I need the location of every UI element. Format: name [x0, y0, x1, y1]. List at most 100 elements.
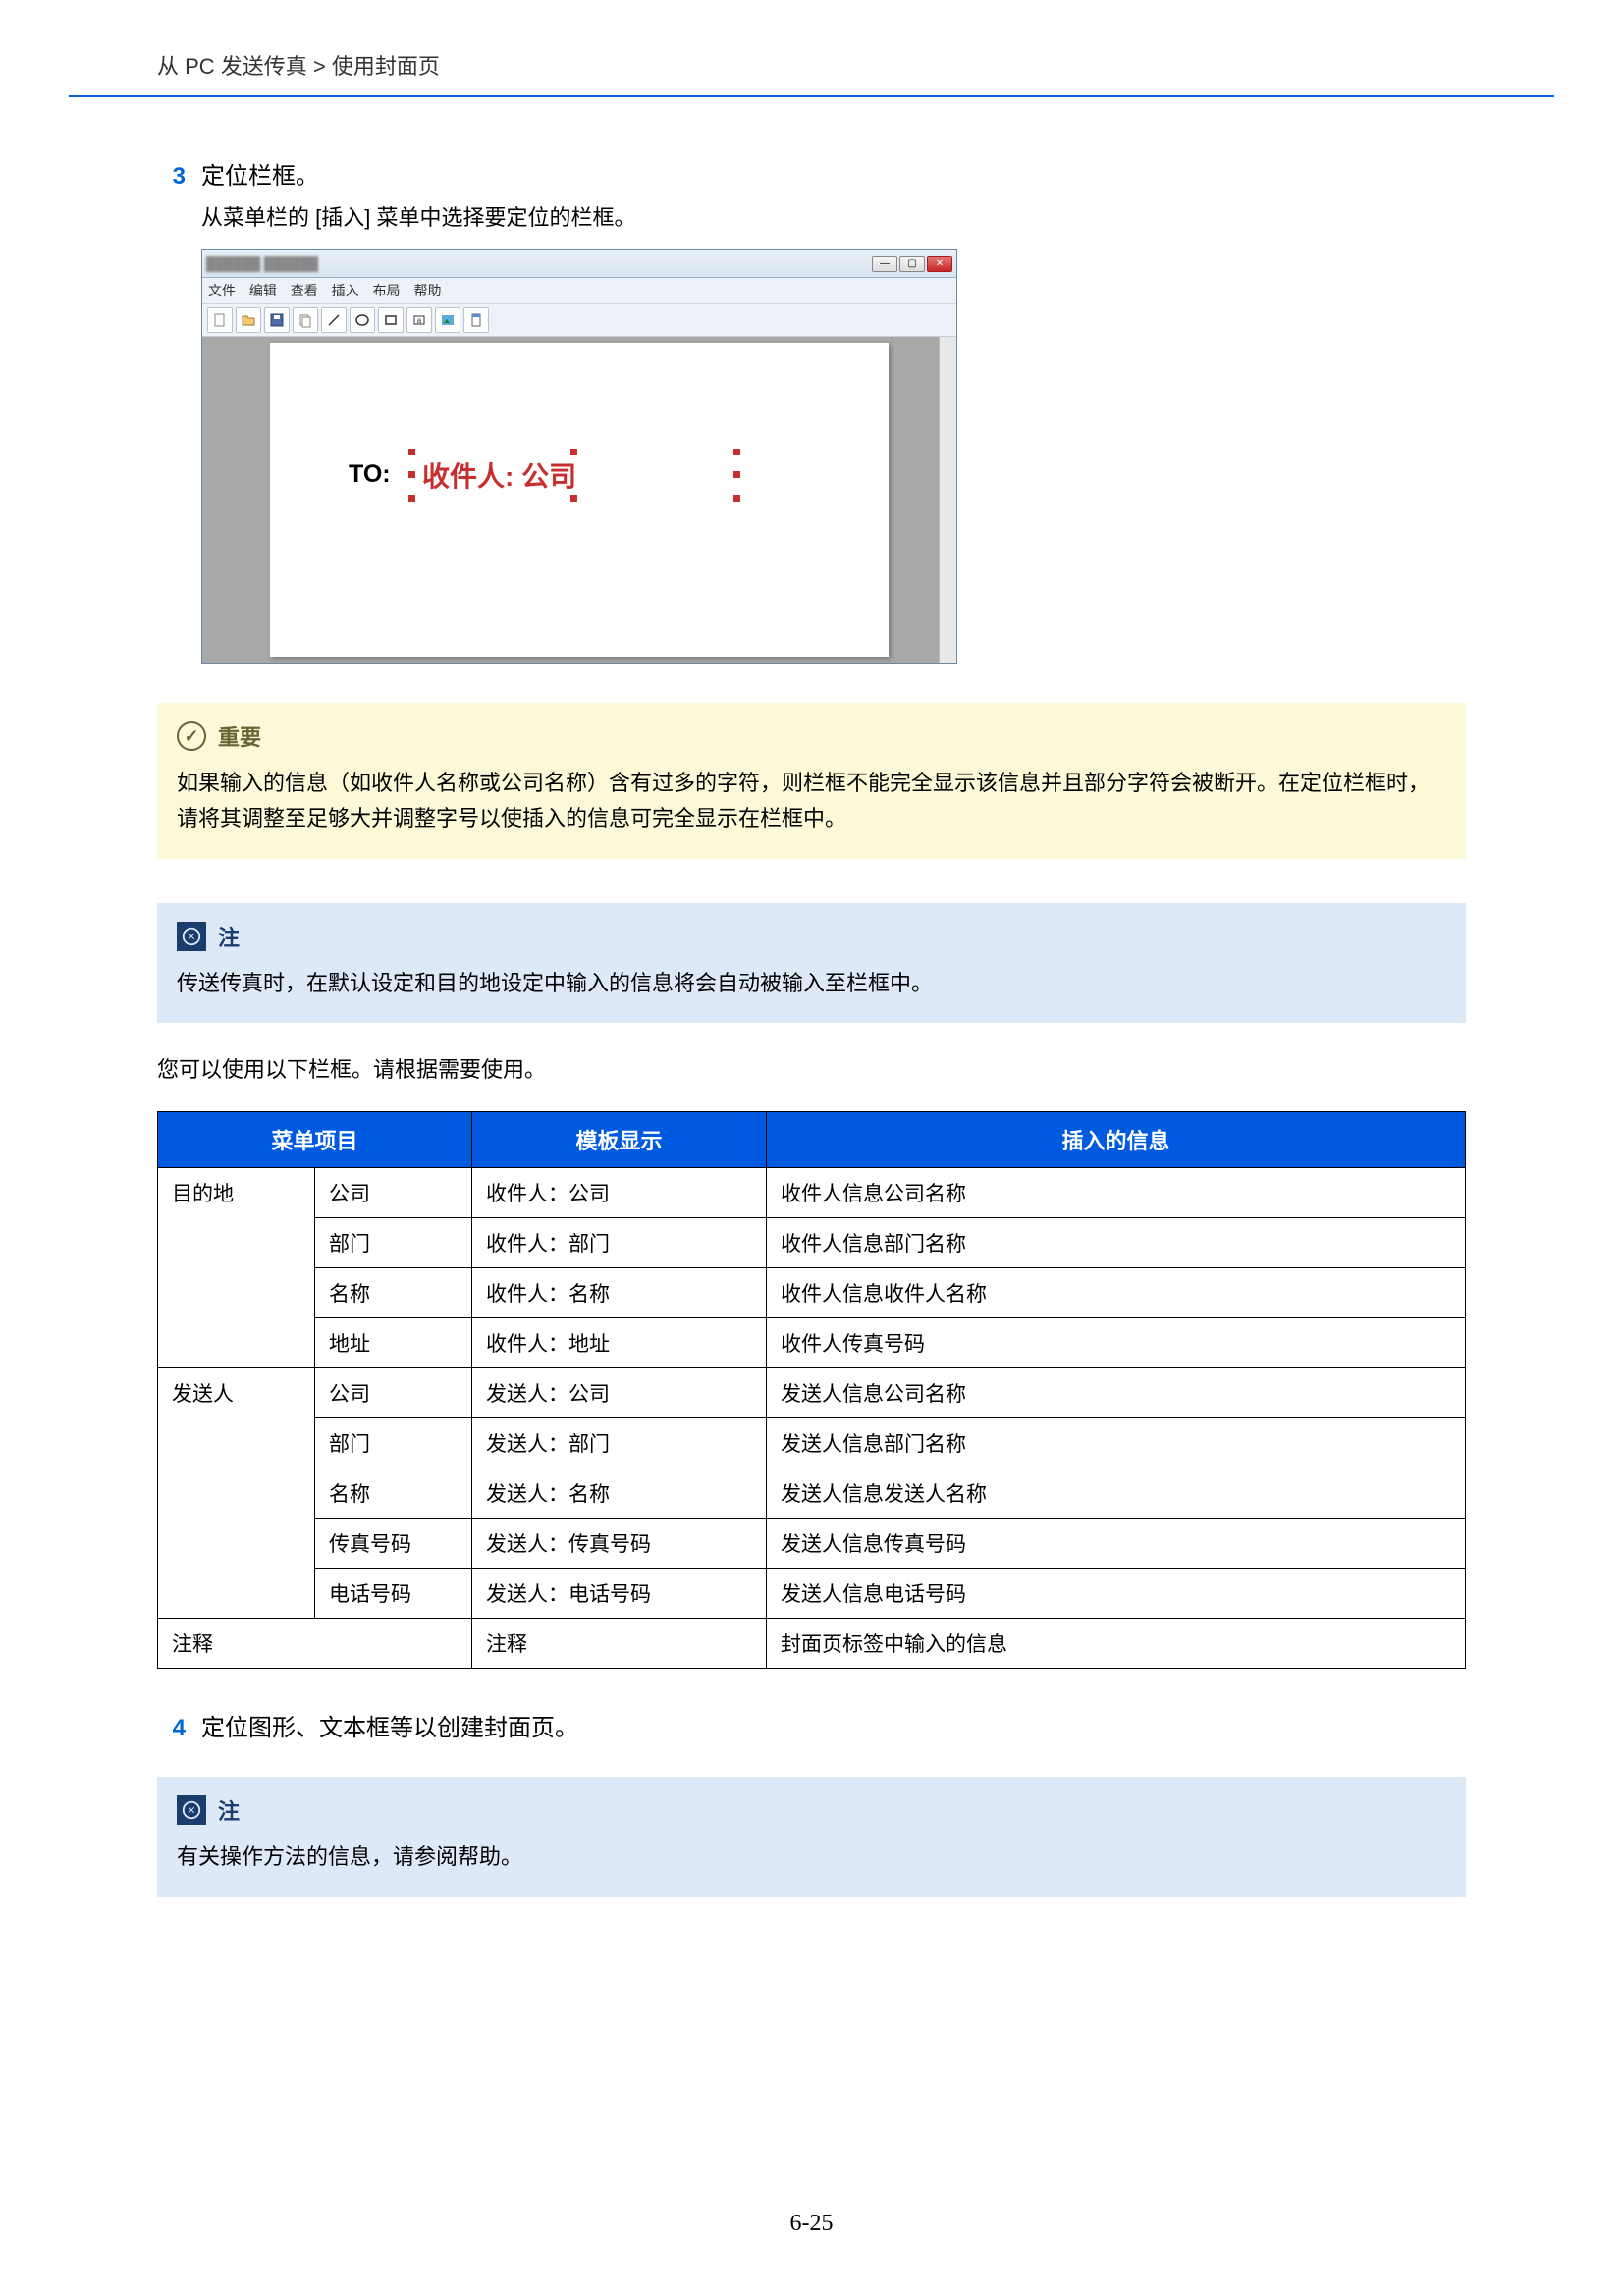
td: 发送人：名称: [472, 1468, 767, 1519]
table-row: 地址 收件人：地址 收件人传真号码: [158, 1318, 1466, 1368]
td: 名称: [315, 1268, 472, 1318]
table-row: 部门 发送人：部门 发送人信息部门名称: [158, 1418, 1466, 1468]
selected-field[interactable]: 收件人: 公司: [412, 453, 736, 498]
td: 封面页标签中输入的信息: [767, 1619, 1466, 1669]
td: 电话号码: [315, 1569, 472, 1619]
toolbar: a: [202, 304, 956, 337]
to-label: TO:: [349, 460, 391, 489]
maximize-button[interactable]: ▢: [899, 256, 925, 272]
td: 发送人信息发送人名称: [767, 1468, 1466, 1519]
field-value: 收件人: 公司: [422, 455, 576, 495]
save-icon[interactable]: [264, 307, 290, 333]
titlebar-blurred-text: ██████ ██████: [206, 256, 318, 271]
td: 发送人信息传真号码: [767, 1519, 1466, 1569]
image-icon[interactable]: [435, 307, 460, 333]
rect-icon[interactable]: [378, 307, 404, 333]
td: 注释: [472, 1619, 767, 1669]
resize-handle[interactable]: [733, 449, 740, 455]
table-row: 电话号码 发送人：电话号码 发送人信息电话号码: [158, 1569, 1466, 1619]
resize-handle[interactable]: [408, 495, 415, 502]
canvas-page[interactable]: TO: 收件人: 公司: [270, 343, 889, 657]
note-title: 注: [218, 1794, 240, 1826]
important-body: 如果输入的信息（如收件人名称或公司名称）含有过多的字符，则栏框不能完全显示该信息…: [177, 766, 1446, 837]
close-button[interactable]: ✕: [927, 256, 952, 272]
step-3: 3 定位栏框。: [157, 156, 1466, 190]
breadcrumb: 从 PC 发送传真 > 使用封面页: [69, 49, 1554, 97]
menu-file[interactable]: 文件: [208, 283, 236, 298]
td: 传真号码: [315, 1519, 472, 1569]
step-3-sub: 从菜单栏的 [插入] 菜单中选择要定位的栏框。: [201, 200, 1466, 235]
minimize-button[interactable]: —: [872, 256, 897, 272]
table-row: 名称 收件人：名称 收件人信息收件人名称: [158, 1268, 1466, 1318]
td: 发送人信息部门名称: [767, 1418, 1466, 1468]
group-cell: 注释: [158, 1619, 472, 1669]
note-icon: [177, 1795, 206, 1825]
important-callout: ✓ 重要 如果输入的信息（如收件人名称或公司名称）含有过多的字符，则栏框不能完全…: [157, 703, 1466, 859]
table-row: 名称 发送人：名称 发送人信息发送人名称: [158, 1468, 1466, 1519]
new-doc-icon[interactable]: [207, 307, 233, 333]
td: 发送人信息公司名称: [767, 1368, 1466, 1418]
group-cell: 目的地: [158, 1168, 315, 1368]
menu-insert[interactable]: 插入: [332, 283, 359, 298]
table-row: 注释 注释 封面页标签中输入的信息: [158, 1619, 1466, 1669]
table-row: 传真号码 发送人：传真号码 发送人信息传真号码: [158, 1519, 1466, 1569]
step-title: 定位图形、文本框等以创建封面页。: [201, 1708, 578, 1742]
resize-handle[interactable]: [570, 449, 577, 455]
titlebar: ██████ ██████ — ▢ ✕: [202, 250, 956, 278]
step-number: 4: [157, 1715, 201, 1742]
note-callout: 注 传送传真时，在默认设定和目的地设定中输入的信息将会自动被输入至栏框中。: [157, 903, 1466, 1023]
td: 发送人：部门: [472, 1418, 767, 1468]
note-callout: 注 有关操作方法的信息，请参阅帮助。: [157, 1777, 1466, 1896]
th-menu: 菜单项目: [158, 1112, 472, 1168]
td: 地址: [315, 1318, 472, 1368]
step-title: 定位栏框。: [201, 156, 319, 190]
resize-handle[interactable]: [733, 471, 740, 478]
table-intro: 您可以使用以下栏框。请根据需要使用。: [157, 1052, 1466, 1087]
td: 收件人信息收件人名称: [767, 1268, 1466, 1318]
resize-handle[interactable]: [408, 449, 415, 455]
ellipse-icon[interactable]: [350, 307, 375, 333]
resize-handle[interactable]: [408, 471, 415, 478]
copy-icon[interactable]: [293, 307, 318, 333]
menu-view[interactable]: 查看: [291, 283, 318, 298]
scrollbar[interactable]: [939, 337, 956, 663]
td: 收件人：部门: [472, 1218, 767, 1268]
group-cell: 发送人: [158, 1368, 315, 1619]
resize-handle[interactable]: [570, 495, 577, 502]
important-title: 重要: [218, 721, 261, 752]
open-icon[interactable]: [236, 307, 261, 333]
note-title: 注: [218, 921, 240, 952]
table-row: 发送人 公司 发送人：公司 发送人信息公司名称: [158, 1368, 1466, 1418]
app-window: ██████ ██████ — ▢ ✕ 文件 编辑 查看 插入 布局 帮助 a: [201, 249, 957, 664]
td: 部门: [315, 1418, 472, 1468]
page-icon[interactable]: [463, 307, 489, 333]
menu-help[interactable]: 帮助: [413, 283, 441, 298]
note-body: 传送传真时，在默认设定和目的地设定中输入的信息将会自动被输入至栏框中。: [177, 966, 1446, 1001]
svg-text:a: a: [417, 316, 422, 325]
menu-edit[interactable]: 编辑: [249, 283, 277, 298]
td: 发送人：电话号码: [472, 1569, 767, 1619]
table-row: 部门 收件人：部门 收件人信息部门名称: [158, 1218, 1466, 1268]
canvas: TO: 收件人: 公司: [202, 337, 956, 663]
td: 收件人：名称: [472, 1268, 767, 1318]
td: 收件人信息公司名称: [767, 1168, 1466, 1218]
note-icon: [177, 922, 206, 951]
td: 发送人信息电话号码: [767, 1569, 1466, 1619]
td: 部门: [315, 1218, 472, 1268]
menu-layout[interactable]: 布局: [373, 283, 401, 298]
text-icon[interactable]: a: [406, 307, 432, 333]
resize-handle[interactable]: [733, 495, 740, 502]
th-info: 插入的信息: [767, 1112, 1466, 1168]
line-icon[interactable]: [321, 307, 347, 333]
td: 名称: [315, 1468, 472, 1519]
td: 公司: [315, 1368, 472, 1418]
table-row: 目的地 公司 收件人：公司 收件人信息公司名称: [158, 1168, 1466, 1218]
step-number: 3: [157, 163, 201, 190]
th-template: 模板显示: [472, 1112, 767, 1168]
check-icon: ✓: [177, 721, 206, 751]
menubar: 文件 编辑 查看 插入 布局 帮助: [202, 278, 956, 304]
step-4: 4 定位图形、文本框等以创建封面页。: [157, 1708, 1466, 1742]
page: 从 PC 发送传真 > 使用封面页 3 定位栏框。 从菜单栏的 [插入] 菜单中…: [0, 0, 1623, 2296]
td: 发送人：公司: [472, 1368, 767, 1418]
td: 收件人：公司: [472, 1168, 767, 1218]
